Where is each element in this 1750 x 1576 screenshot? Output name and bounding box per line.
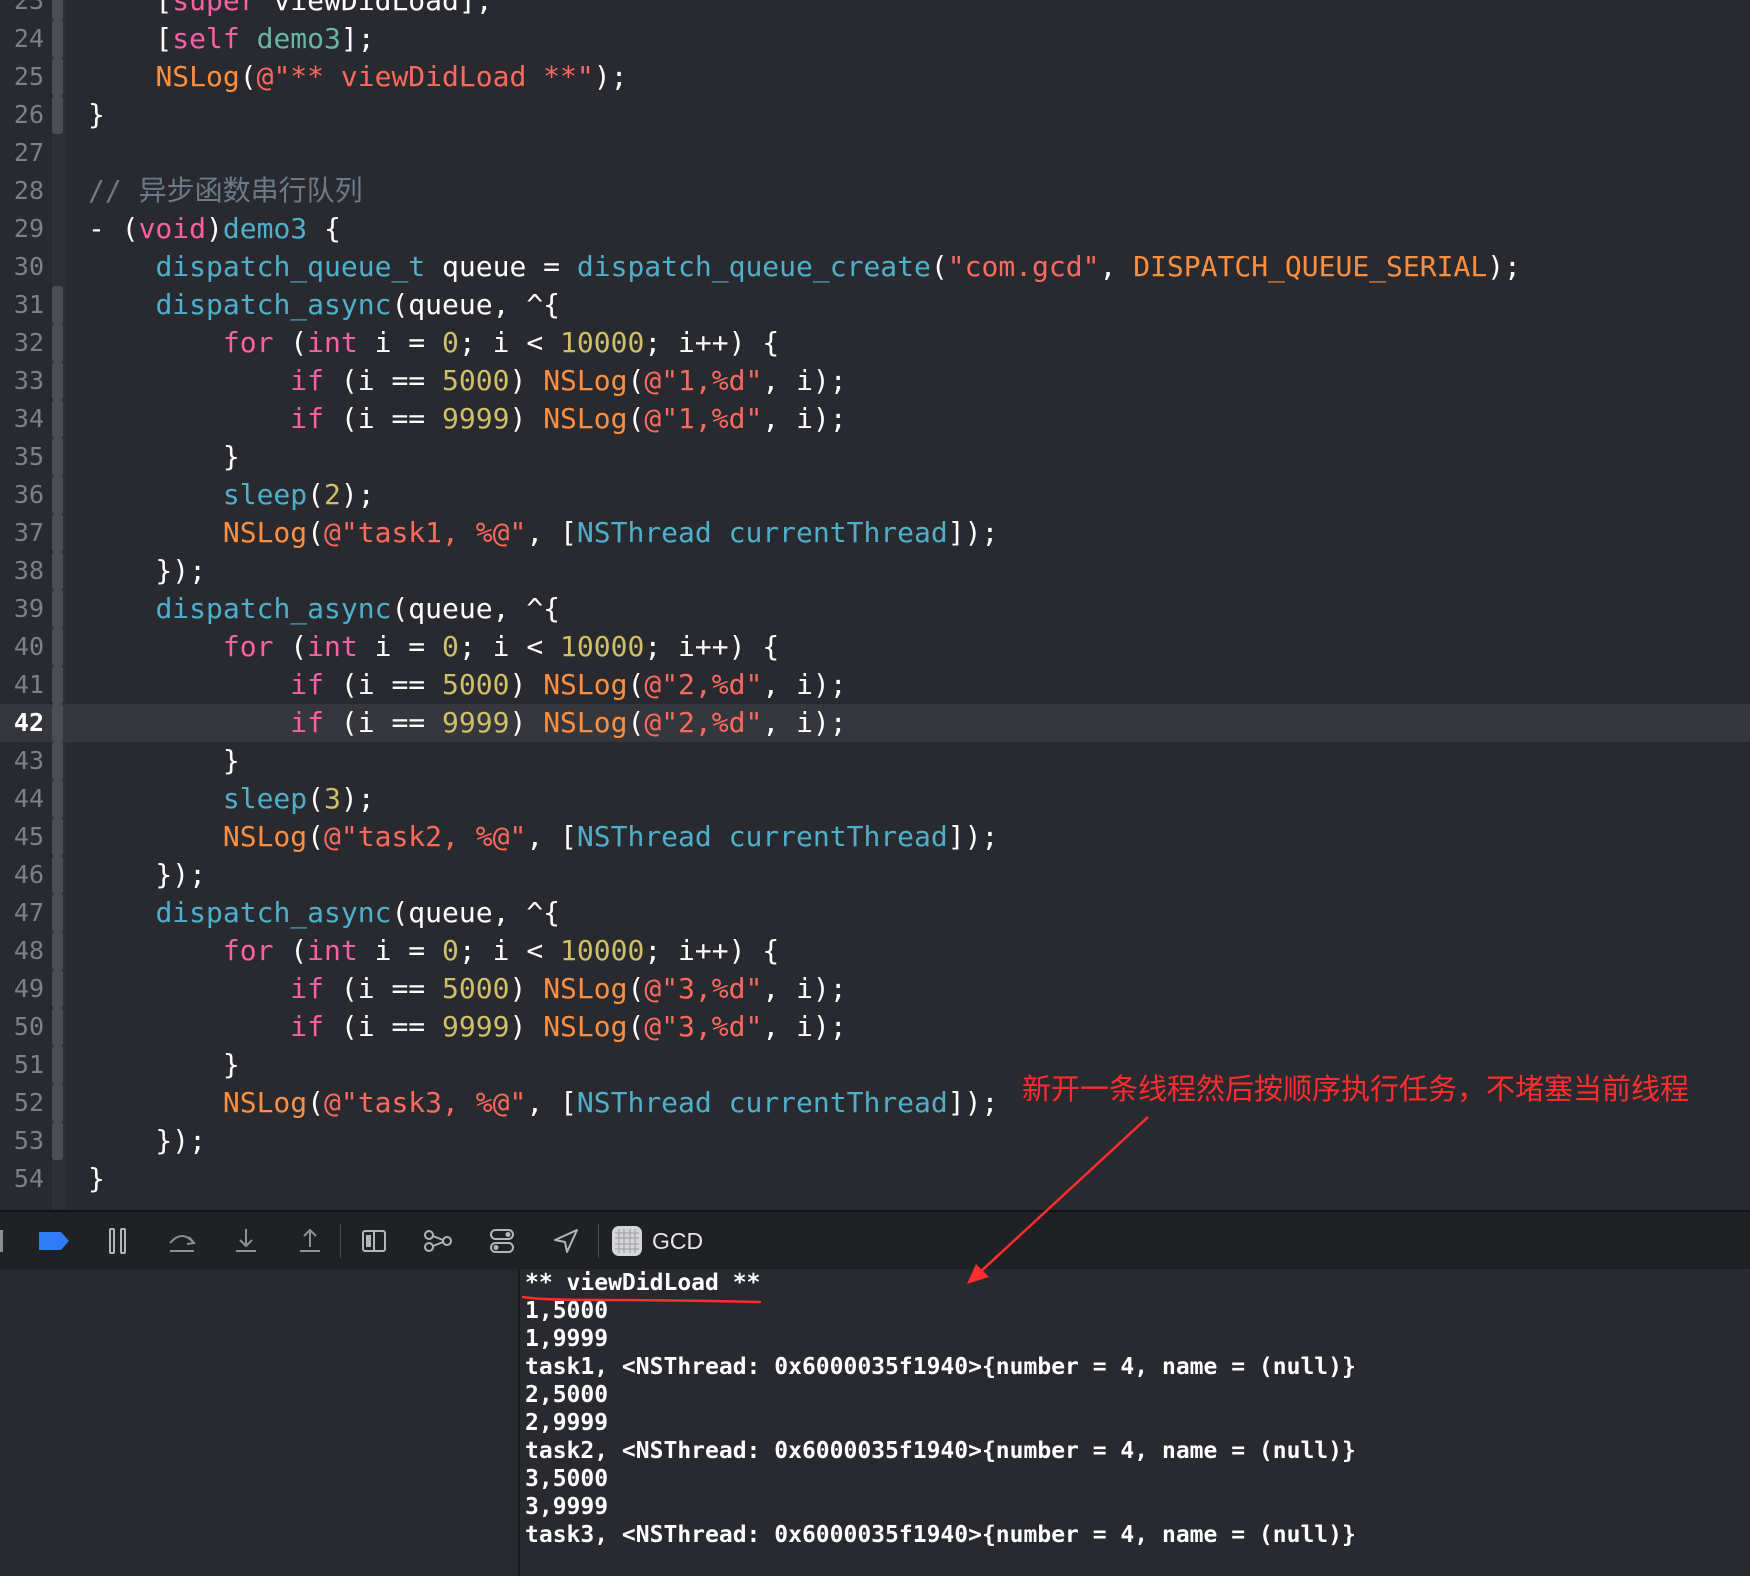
annotation-underline: [521, 1295, 762, 1304]
annotation-overlay: [521, 1116, 1149, 1304]
annotation-arrow: [977, 1116, 1149, 1275]
